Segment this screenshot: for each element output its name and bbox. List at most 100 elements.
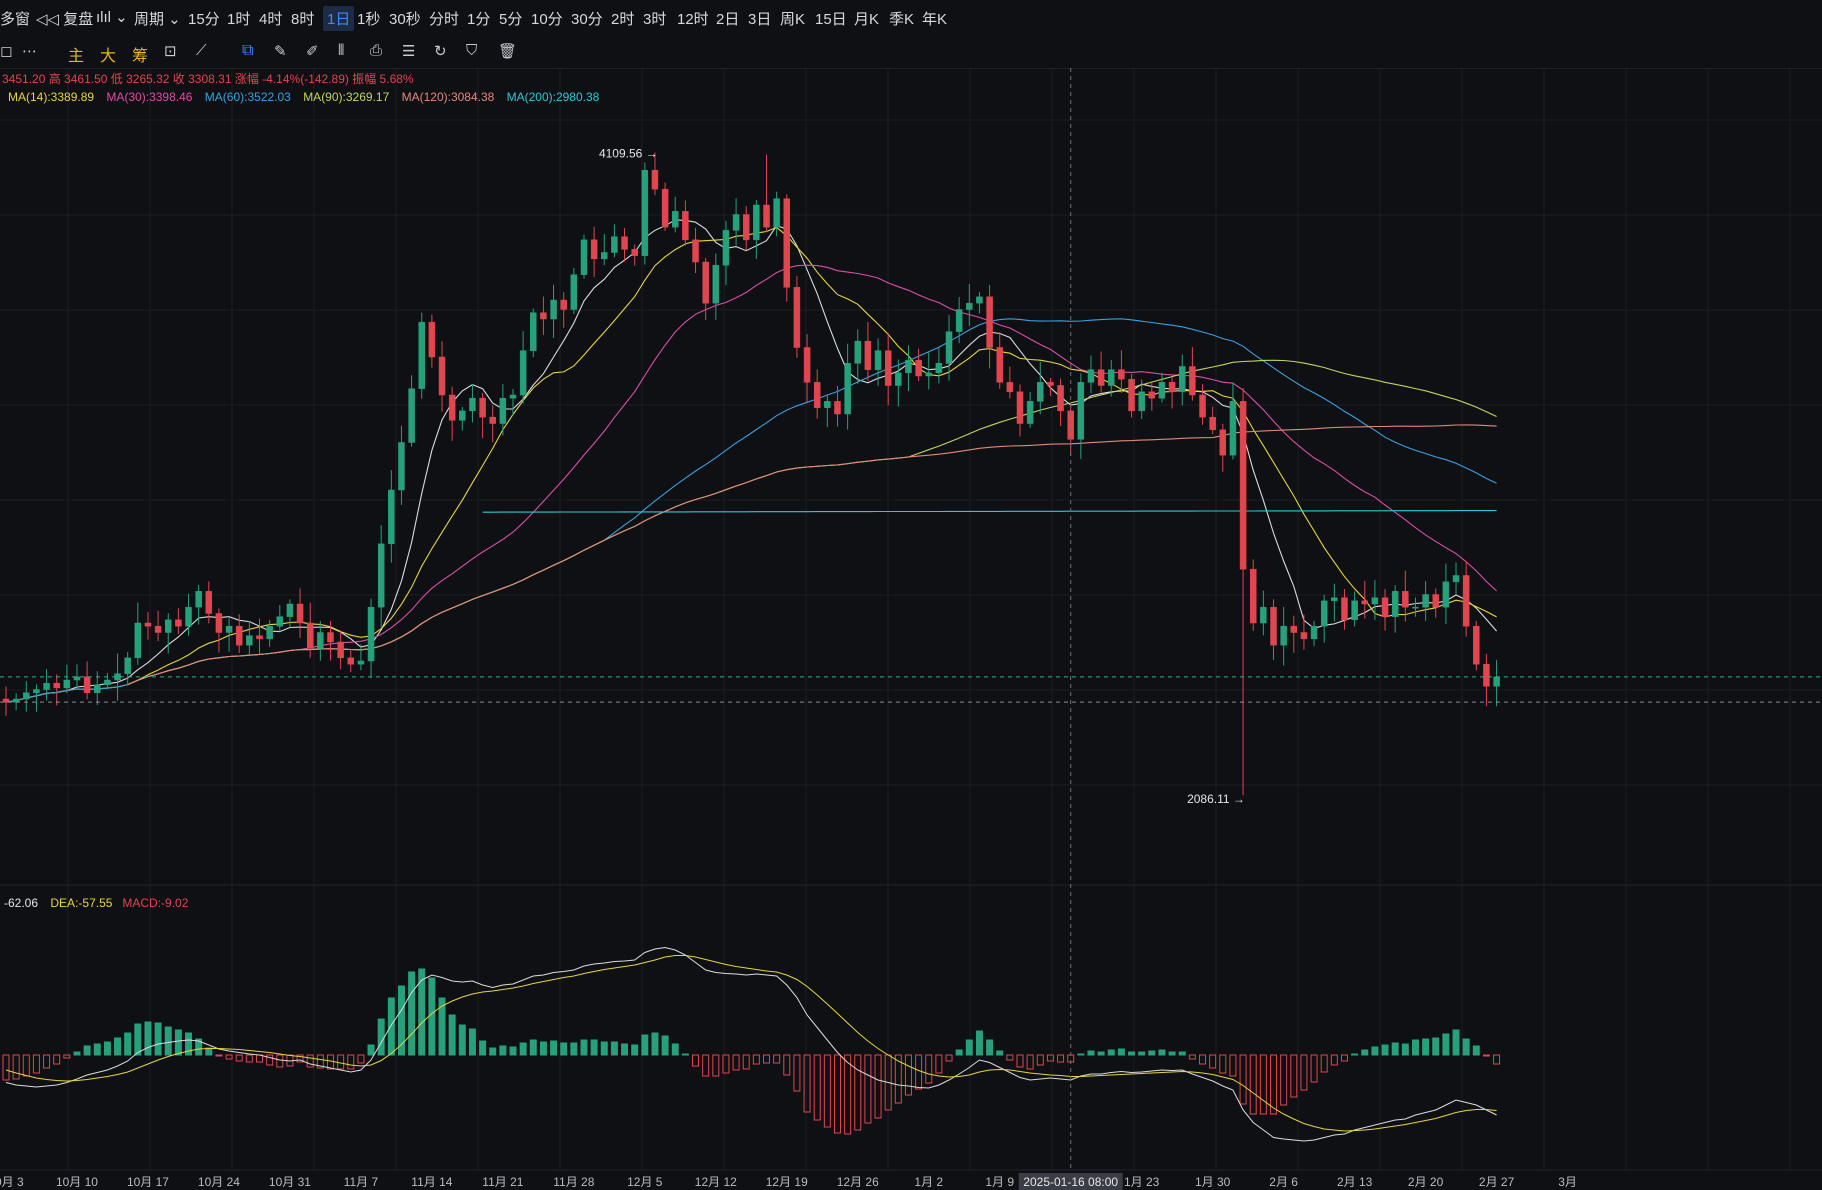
candle-body — [266, 625, 273, 640]
tool-3[interactable]: 大 — [100, 42, 116, 66]
tool-2[interactable]: 主 — [68, 42, 84, 66]
low-label: 2086.11 → — [1187, 792, 1245, 806]
period-13[interactable]: 5分 — [499, 8, 522, 29]
period-4[interactable]: 15分 — [188, 8, 220, 29]
period-5[interactable]: 1时 — [227, 8, 250, 29]
candle-body — [824, 401, 831, 408]
macd-bar — [1178, 1051, 1186, 1056]
period-6[interactable]: 4时 — [259, 8, 282, 29]
price-chart[interactable]: 4109.56 → 2086.11 → 3451.20 高 3461.50 低 3… — [0, 68, 1822, 1190]
macd-bar — [458, 1024, 466, 1056]
candle — [347, 649, 355, 673]
candle — [631, 244, 638, 266]
macd-bar — [864, 1054, 872, 1124]
candle — [83, 661, 91, 700]
x-tick-label: 2月 13 — [1337, 1175, 1373, 1189]
period-8[interactable]: 1日 — [323, 6, 355, 31]
period-16[interactable]: 2时 — [611, 8, 634, 29]
candle-body — [509, 394, 517, 399]
period-22[interactable]: 15日 — [815, 8, 847, 29]
period-21[interactable]: 周K — [780, 8, 805, 29]
candle — [884, 333, 892, 406]
candle — [570, 267, 578, 314]
candle — [854, 329, 862, 384]
candle-body — [1016, 391, 1024, 424]
period-11[interactable]: 分时 — [429, 8, 459, 29]
candle — [469, 384, 476, 423]
macd-bar — [702, 1054, 710, 1077]
tool-10[interactable]: ⫴ — [338, 42, 344, 59]
period-23[interactable]: 月K — [854, 8, 879, 29]
macd-bar — [1016, 1054, 1024, 1068]
ma-legend-item: MA(120):3084.38 — [402, 90, 495, 104]
candle-body — [185, 606, 192, 627]
tool-11[interactable]: ⎙ — [370, 42, 382, 59]
tool-12[interactable]: ☰ — [402, 42, 415, 60]
period-18[interactable]: 12时 — [677, 8, 709, 29]
macd-bar — [1280, 1054, 1288, 1106]
macd-bar — [1138, 1051, 1146, 1056]
candle-body — [1077, 382, 1085, 440]
period-7[interactable]: 8时 — [291, 8, 314, 29]
candle-body — [945, 331, 953, 364]
tool-8[interactable]: ✎ — [274, 42, 287, 60]
macd-bar — [1422, 1038, 1430, 1056]
period-20[interactable]: 3日 — [748, 8, 771, 29]
tool-0[interactable]: ◻ — [0, 42, 12, 60]
tool-6[interactable]: ⟋ — [196, 42, 207, 59]
candle — [1168, 377, 1176, 409]
candle-body — [590, 239, 598, 260]
candle — [783, 194, 791, 302]
x-tick-label: 10月 3 — [0, 1175, 24, 1189]
tool-5[interactable]: ⊡ — [164, 42, 177, 60]
candle-body — [83, 676, 91, 693]
macd-bar — [641, 1034, 649, 1056]
candle-body — [1199, 394, 1206, 418]
macd-bar — [773, 1054, 781, 1064]
macd-bar — [1239, 1054, 1247, 1105]
macd-bar — [783, 1054, 791, 1076]
period-15[interactable]: 30分 — [571, 8, 603, 29]
period-1[interactable]: ◁◁ 复盘 — [36, 8, 93, 29]
tool-1[interactable]: ⋯ — [22, 42, 37, 60]
period-9[interactable]: 1秒 — [357, 8, 380, 29]
tool-13[interactable]: ↻ — [434, 42, 447, 60]
tool-7[interactable]: ⧉ — [242, 42, 253, 60]
period-19[interactable]: 2日 — [716, 8, 739, 29]
period-17[interactable]: 3时 — [643, 8, 666, 29]
period-12[interactable]: 1分 — [467, 8, 490, 29]
macd-bar — [813, 1054, 821, 1121]
macd-bar — [844, 1054, 852, 1135]
macd-bar — [276, 1054, 284, 1068]
tool-4[interactable]: 筹 — [132, 42, 148, 66]
candle — [1087, 355, 1095, 394]
candle — [1097, 351, 1105, 393]
macd-bar — [2, 1054, 10, 1081]
period-10[interactable]: 30秒 — [389, 8, 421, 29]
candle-body — [540, 312, 547, 320]
macd-bar — [164, 1026, 172, 1056]
ohlc-legend: 3451.20 高 3461.50 低 3265.32 收 3308.31 涨幅… — [2, 71, 414, 86]
candle-body — [1047, 382, 1054, 386]
candle-body — [712, 264, 720, 304]
tool-15[interactable]: 🗑 — [498, 42, 517, 60]
candle — [1249, 559, 1257, 631]
macd-bar — [570, 1042, 578, 1056]
macd-legend-item: MACD:-9.02 — [122, 896, 188, 910]
candle-body — [915, 359, 922, 377]
tool-14[interactable]: ⛉ — [466, 42, 477, 59]
candle — [63, 664, 71, 694]
period-14[interactable]: 10分 — [531, 8, 563, 29]
candle — [763, 154, 770, 233]
tool-9[interactable]: ✐ — [306, 42, 319, 60]
period-24[interactable]: 季K — [889, 8, 914, 29]
ma-legend: MA(14):3389.89 MA(30):3398.46 MA(60):3522.… — [8, 90, 600, 104]
period-0[interactable]: 多窗 — [0, 8, 30, 29]
period-2[interactable]: ılıl ⌄ — [96, 8, 128, 26]
candle-body — [935, 363, 943, 374]
period-25[interactable]: 年K — [922, 8, 947, 29]
macd-bar — [519, 1042, 527, 1056]
period-3[interactable]: 周期 ⌄ — [134, 8, 181, 29]
candle — [448, 386, 456, 441]
macd-bar — [550, 1040, 558, 1056]
